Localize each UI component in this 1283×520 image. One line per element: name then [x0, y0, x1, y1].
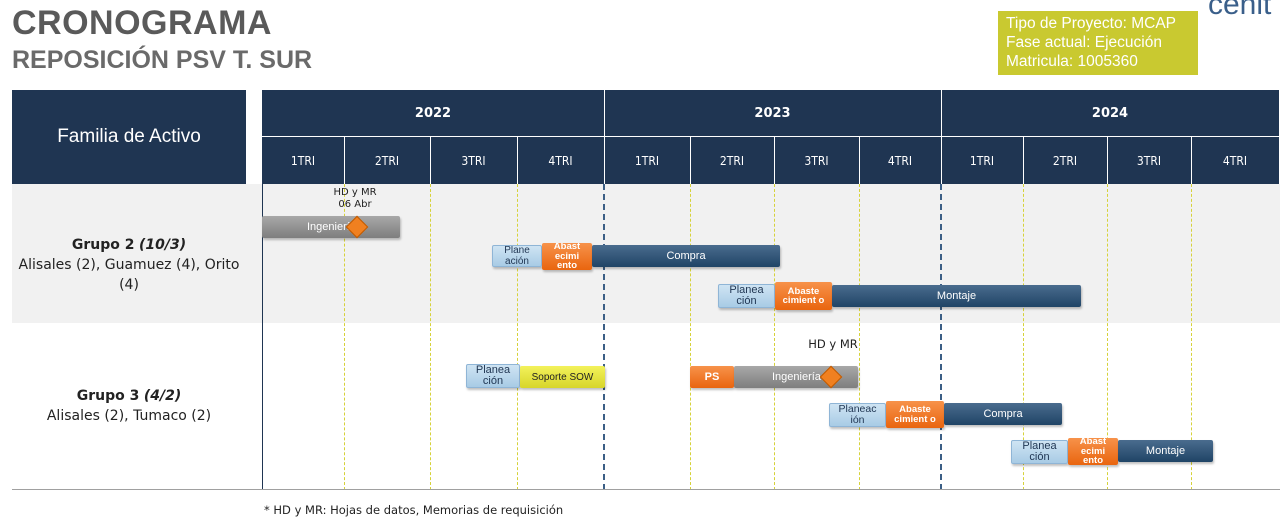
year-divider [603, 184, 605, 490]
gridline [517, 184, 518, 490]
year-2022: 2022 [414, 106, 452, 121]
milestone-note-g2: HD y MR 06 Abr [333, 187, 377, 210]
quarter-2023-1: 1TRI [634, 153, 660, 168]
milestone-note-g3: HD y MR [808, 337, 858, 351]
page-subtitle: REPOSICIÓN PSV T. SUR [12, 46, 313, 74]
gridline [430, 184, 431, 490]
group-3-label: Grupo 3 (4/2) Alisales (2), Tumaco (2) [12, 386, 246, 426]
group-3-detail: Alisales (2), Tumaco (2) [46, 408, 212, 424]
group-2-detail: Alisales (2), Guamuez (4), Orito (4) [18, 257, 240, 293]
quarter-2022-4: 4TRI [548, 153, 573, 168]
year-2023: 2023 [754, 106, 791, 121]
project-info-box: Tipo de Proyecto: MCAP Fase actual: Ejec… [998, 11, 1198, 75]
quarter-2024-1: 1TRI [969, 153, 995, 168]
gridline [690, 184, 691, 490]
task-g3-planeacion-3: Planea ción [1011, 440, 1068, 464]
quarter-2022-3: 3TRI [461, 153, 486, 168]
task-g3-ps: PS [690, 366, 734, 388]
task-g3-planeacion-1: Planea ción [466, 364, 520, 388]
task-g2-planeacion-2: Planea ción [718, 284, 775, 308]
quarter-2024-3: 3TRI [1136, 153, 1162, 168]
year-2024: 2024 [1091, 106, 1129, 121]
quarter-2024-4: 4TRI [1222, 153, 1248, 168]
task-g2-montaje: Montaje [832, 285, 1081, 307]
footnote: * HD y MR: Hojas de datos, Memorias de r… [264, 503, 564, 517]
task-g3-abastecimiento-3: Abast ecimi ento [1068, 438, 1118, 465]
gridline [774, 184, 775, 490]
quarter-2023-2: 2TRI [719, 153, 745, 168]
project-phase: Fase actual: Ejecución [1006, 34, 1162, 51]
task-g3-planeacion-2: Planeac ión [829, 403, 886, 427]
quarter-2023-3: 3TRI [804, 153, 829, 168]
project-registration: Matricula: 1005360 [1006, 53, 1138, 70]
page-title: CRONOGRAMA [12, 4, 272, 42]
group-2-label: Grupo 2 (10/3) Alisales (2), Guamuez (4)… [12, 235, 246, 295]
task-g3-compra: Compra [944, 403, 1062, 425]
project-type: Tipo de Proyecto: MCAP [1006, 15, 1176, 32]
group-2-code: (10/3) [138, 237, 187, 253]
task-g2-abastecimiento-1: Abast ecimi ento [542, 243, 592, 270]
group-3-name: Grupo 3 [76, 388, 140, 404]
task-g3-abastecimiento-2: Abaste cimient o [886, 401, 944, 428]
task-g2-ingenieria: Ingeniería [262, 216, 400, 238]
group-3-code: (4/2) [143, 388, 182, 404]
quarter-2022-2: 2TRI [374, 153, 400, 168]
group-2-name: Grupo 2 [71, 237, 135, 253]
task-g2-compra: Compra [592, 245, 780, 267]
task-g3-montaje: Montaje [1118, 440, 1213, 462]
year-divider [940, 184, 942, 490]
task-g2-abastecimiento-2: Abaste cimient o [775, 282, 832, 310]
timeline-header: 2022 2023 2024 1TRI 2TRI 3TRI 4TRI 1TRI … [262, 90, 1279, 184]
asset-family-column: Familia de Activo Grupo 2 (10/3) Alisale… [12, 90, 246, 490]
task-g3-soporte-sow: Soporte SOW [520, 366, 605, 388]
quarter-2024-2: 2TRI [1052, 153, 1078, 168]
quarter-2022-1: 1TRI [290, 153, 316, 168]
quarter-2023-4: 4TRI [887, 153, 913, 168]
task-g2-planeacion-1: Plane ación [492, 245, 542, 267]
gridline [859, 184, 860, 490]
asset-family-header: Familia de Activo [12, 90, 246, 184]
cenit-logo: cenit [1208, 0, 1272, 21]
